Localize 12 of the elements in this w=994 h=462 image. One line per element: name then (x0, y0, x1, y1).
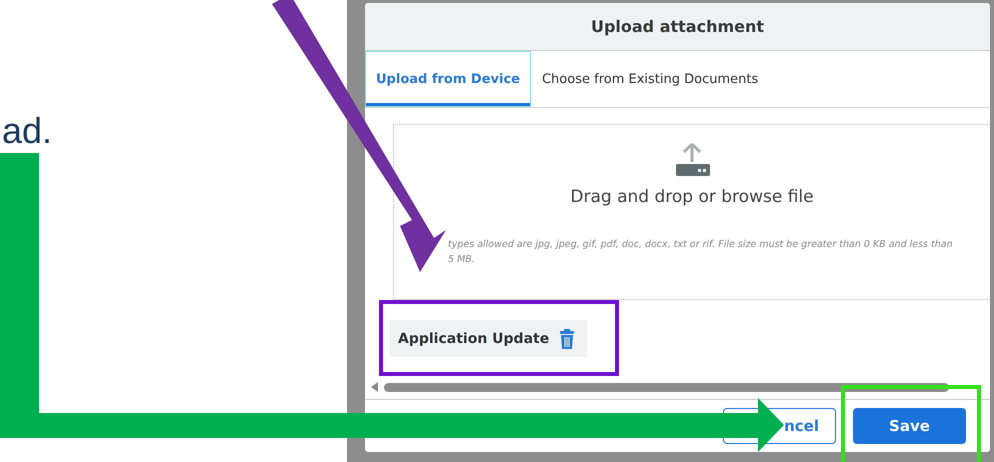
trash-icon[interactable] (559, 328, 576, 348)
tab[interactable]: Upload from Device (365, 51, 531, 107)
tab[interactable]: Choose from Existing Documents (530, 51, 770, 107)
file-type-hint: types allowed are jpg, jpeg, gif, pdf, doc, docx, txt or rif. File size must be greater than 0 KB and less than 5 MB. (448, 238, 953, 267)
attachment-name: Application Update (398, 330, 550, 346)
save-button[interactable]: Save (853, 408, 966, 444)
scroll-left-icon[interactable] (371, 382, 379, 392)
page-text: ad. (2, 110, 52, 152)
dialog-title: Upload attachment (590, 17, 764, 36)
drop-prompt: Drag and drop or browse file (570, 187, 814, 207)
upload-icon (674, 141, 710, 177)
scrollbar-thumb[interactable] (384, 382, 949, 392)
